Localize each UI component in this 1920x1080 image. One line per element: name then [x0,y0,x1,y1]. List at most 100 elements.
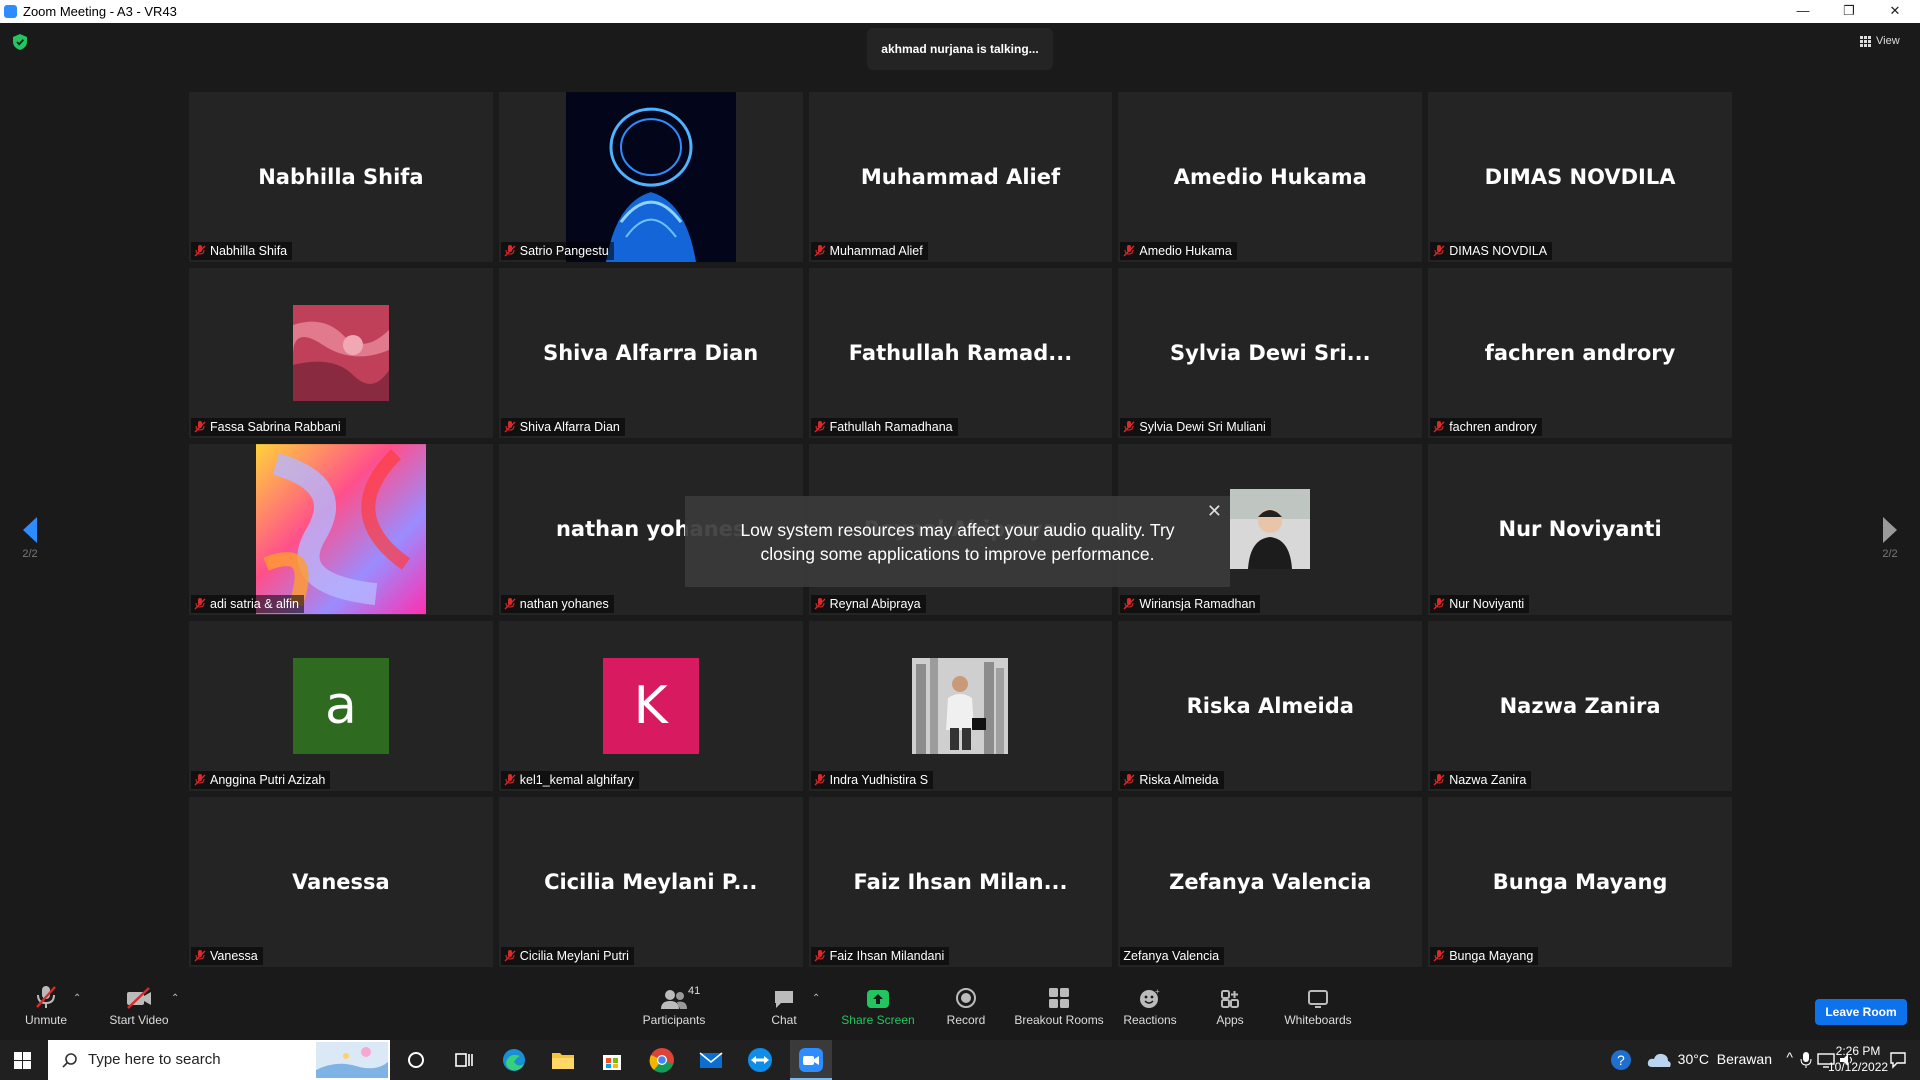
apps-button[interactable]: Apps [1212,985,1248,1027]
microphone-icon[interactable] [1800,1051,1812,1069]
participant-tile[interactable]: Fassa Sabrina Rabbani [189,268,493,439]
windows-start-icon[interactable] [14,1052,31,1069]
participant-tile[interactable]: K kel1_kemal alghifary [498,620,803,791]
notifications-icon[interactable] [1889,1051,1907,1069]
participant-tile[interactable]: Riska Almeida Riska Almeida [1118,620,1423,791]
muted-mic-icon [1433,597,1445,610]
mail-icon[interactable] [697,1046,725,1074]
participant-tile[interactable]: Faiz Ihsan Milan... Faiz Ihsan Milandani [808,796,1113,967]
close-window-button[interactable]: ✕ [1872,0,1918,23]
participant-tile[interactable]: Bunga Mayang Bunga Mayang [1428,796,1732,967]
participants-button[interactable]: 41 Participants [638,985,710,1027]
next-page-button[interactable]: 2/2 [1875,515,1905,560]
muted-mic-icon [194,949,206,962]
notification-line-2: closing some applications to improve per… [760,543,1155,564]
participant-name-display: Fathullah Ramad... [848,341,1073,366]
participant-tile[interactable]: Nazwa Zanira Nazwa Zanira [1428,620,1732,791]
participant-tile[interactable]: Vanessa Vanessa [189,796,493,967]
participant-name-display: Faiz Ihsan Milan... [853,869,1068,894]
show-hidden-icons-icon[interactable]: ^ [1786,1049,1793,1065]
view-button[interactable]: View [1860,35,1900,47]
participant-tile[interactable]: Cicilia Meylani P... Cicilia Meylani Put… [498,796,803,967]
chat-button[interactable]: Chat [763,985,805,1027]
participant-name-display: Vanessa [292,869,390,894]
participant-tile[interactable]: Nur Noviyanti Nur Noviyanti [1428,444,1732,615]
start-video-button[interactable]: Start Video [103,985,175,1027]
share-screen-button[interactable]: Share Screen [838,985,918,1027]
taskbar-search-box[interactable]: Type here to search [48,1040,390,1080]
microsoft-store-icon[interactable] [598,1046,626,1074]
svg-text:?: ? [1617,1052,1625,1068]
participant-profile-picture [1230,489,1311,570]
participant-tile[interactable]: Satrio Pangestu [498,92,803,263]
encryption-shield-icon[interactable] [13,34,27,50]
chat-options-caret-icon[interactable]: ⌃ [812,993,820,1004]
weather-text[interactable]: 30°C Berawan [1678,1051,1772,1067]
participant-tile[interactable]: adi satria & alfin [189,444,493,615]
participant-video [565,92,736,263]
share-screen-icon [867,990,889,1008]
participant-tile[interactable]: fachren androry fachren androry [1428,268,1732,439]
breakout-rooms-button[interactable]: Breakout Rooms [1012,985,1106,1027]
unmute-button[interactable]: Unmute [18,985,74,1027]
leave-room-button[interactable]: Leave Room [1815,999,1907,1025]
record-button[interactable]: Record [940,985,992,1027]
participant-name-display: DIMAS NOVDILA [1484,165,1676,190]
participant-tile[interactable]: Nabhilla Shifa Nabhilla Shifa [189,92,493,263]
participant-profile-picture [912,657,1009,754]
muted-mic-icon [814,245,826,257]
notification-line-1: Low system resources may affect your aud… [740,519,1175,540]
participant-tile[interactable]: Indra Yudhistira S [808,620,1113,791]
participant-label: Zefanya Valencia [1120,946,1225,965]
minimize-button[interactable]: — [1780,0,1826,23]
close-notification-icon[interactable]: ✕ [1207,499,1222,523]
participant-tile[interactable]: Sylvia Dewi Sri... Sylvia Dewi Sri Mulia… [1118,268,1423,439]
participant-tile[interactable]: DIMAS NOVDILA DIMAS NOVDILA [1428,92,1732,263]
muted-mic-icon [504,949,516,962]
participant-name-display: Cicilia Meylani P... [544,869,758,894]
help-icon[interactable]: ? [1610,1049,1632,1071]
svg-text:+: + [1155,987,1160,996]
muted-mic-icon [1123,245,1135,257]
task-view-icon[interactable] [450,1046,478,1074]
search-icon [62,1053,77,1068]
participant-label: Muhammad Alief [810,242,928,261]
clock[interactable]: 2:26 PM 10/12/2022 [1828,1043,1888,1075]
muted-mic-icon [504,773,516,786]
edge-browser-icon[interactable] [500,1046,528,1074]
participant-label: Vanessa [191,946,263,965]
participant-label: Satrio Pangestu [500,242,614,261]
chrome-icon[interactable] [648,1046,676,1074]
muted-mic-icon [1433,949,1445,962]
teamviewer-icon[interactable] [746,1046,774,1074]
participant-label: Fathullah Ramadhana [810,418,958,437]
file-explorer-icon[interactable] [549,1046,577,1074]
page-indicator-right: 2/2 [1882,548,1898,560]
participant-tile[interactable]: Muhammad Alief Muhammad Alief [808,92,1113,263]
participant-name-display: Sylvia Dewi Sri... [1170,341,1371,366]
participant-label: Shiva Alfarra Dian [500,418,625,437]
participant-tile[interactable]: Shiva Alfarra Dian Shiva Alfarra Dian [498,268,803,439]
participant-tile[interactable]: Zefanya Valencia Zefanya Valencia [1118,796,1423,967]
clock-date: 10/12/2022 [1828,1060,1889,1074]
cortana-icon[interactable] [402,1046,430,1074]
muted-mic-icon [36,986,56,1008]
video-options-caret-icon[interactable]: ⌃ [171,993,179,1004]
participant-name-display: Shiva Alfarra Dian [543,341,759,366]
cloud-weather-icon [1647,1053,1671,1067]
participant-tile[interactable]: a Anggina Putri Azizah [189,620,493,791]
zoom-taskbar-button[interactable] [790,1040,832,1080]
participant-label: nathan yohanes [500,594,614,613]
participant-label: Amedio Hukama [1120,242,1237,261]
participant-tile[interactable]: Fathullah Ramad... Fathullah Ramadhana [808,268,1113,439]
reactions-icon: + [1140,987,1160,1008]
reactions-button[interactable]: + Reactions [1122,985,1178,1027]
restore-button[interactable]: ❐ [1826,0,1872,23]
participant-tile[interactable]: Amedio Hukama Amedio Hukama [1118,92,1423,263]
whiteboard-icon [1308,990,1328,1008]
whiteboards-button[interactable]: Whiteboards [1280,985,1356,1027]
window-title: Zoom Meeting - A3 - VR43 [23,4,177,19]
previous-page-button[interactable]: 2/2 [15,515,45,560]
participant-profile-picture [292,305,389,402]
audio-options-caret-icon[interactable]: ⌃ [73,993,81,1004]
